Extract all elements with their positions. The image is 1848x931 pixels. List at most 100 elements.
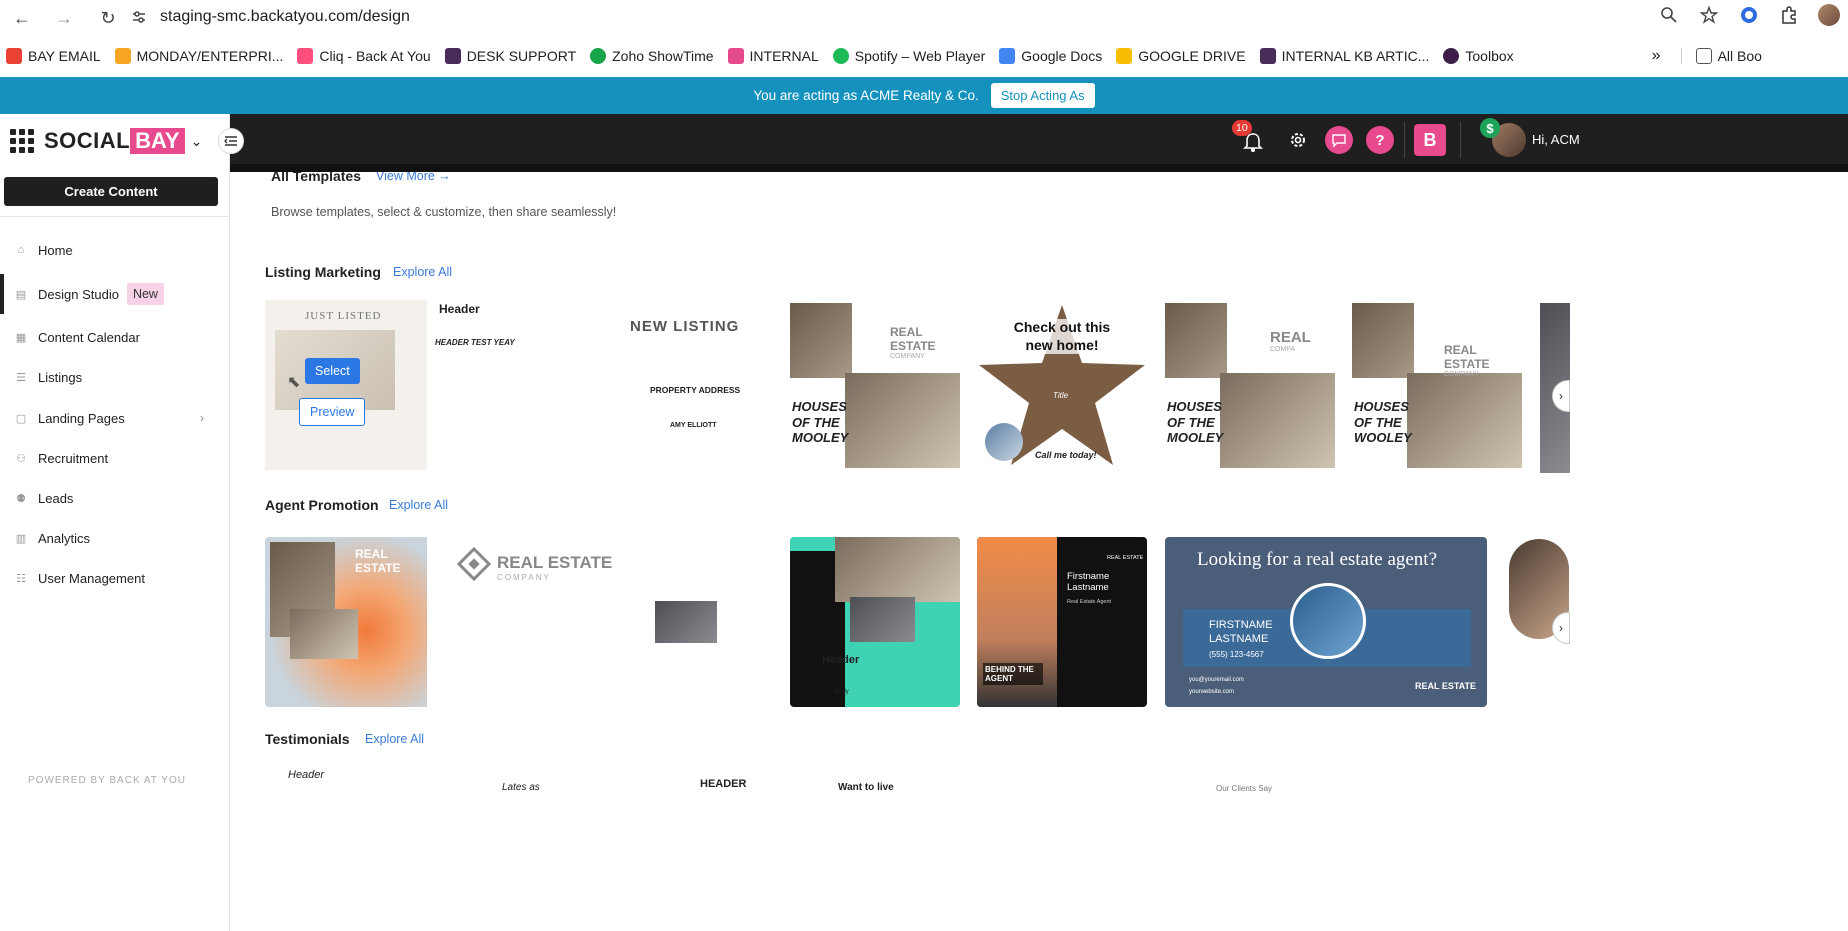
- sidebar-item-recruitment[interactable]: ⚇ Recruitment: [0, 438, 230, 478]
- testimonials-explore-link[interactable]: Explore All: [365, 732, 424, 746]
- bookmark-6[interactable]: Spotify – Web Player: [832, 48, 985, 64]
- card-site: yourwebsite.com: [1189, 689, 1235, 695]
- template-card-wooley[interactable]: HOUSES OF THE WOOLEY REAL ESTATE COMPANY: [1352, 303, 1522, 473]
- forward-icon[interactable]: →: [54, 8, 74, 28]
- all-bookmarks[interactable]: All Boo: [1680, 48, 1762, 64]
- bookmark-4[interactable]: Zoho ShowTime: [590, 48, 714, 64]
- help-icon[interactable]: ?: [1366, 126, 1394, 154]
- testimonial-card-5[interactable]: Our Clients Say: [1216, 784, 1272, 793]
- sidebar-divider: [0, 216, 230, 217]
- template-card-real-estate-logo[interactable]: REAL ESTATE COMPANY: [427, 537, 757, 707]
- sidebar-item-content-calendar[interactable]: ▦ Content Calendar: [0, 317, 230, 357]
- card-agent-role: Real Estate Agent: [1067, 599, 1112, 605]
- zoom-icon[interactable]: [1658, 4, 1680, 26]
- monday-icon: [114, 48, 131, 64]
- landscape-photo-3: [1352, 303, 1414, 378]
- template-card-looking-agent[interactable]: Looking for a real estate agent? FIRSTNA…: [1165, 537, 1487, 707]
- template-card-header[interactable]: Header HEADER TEST YEAY: [427, 300, 597, 470]
- bookmark-2[interactable]: Cliq - Back At You: [297, 48, 431, 64]
- back-icon[interactable]: ←: [12, 8, 32, 28]
- extension-blue-icon[interactable]: [1738, 4, 1760, 26]
- listing-marketing-title: Listing Marketing: [265, 264, 381, 280]
- select-button[interactable]: Select: [305, 358, 360, 384]
- card-firstname: FIRSTNAME: [1209, 619, 1273, 631]
- create-content-button[interactable]: Create Content: [4, 177, 218, 206]
- collapse-sidebar-icon[interactable]: [218, 128, 244, 154]
- bookmark-8[interactable]: GOOGLE DRIVE: [1116, 48, 1246, 64]
- listing-explore-link[interactable]: Explore All: [393, 265, 452, 279]
- sidebar-item-home[interactable]: ⌂ Home: [0, 230, 230, 270]
- reload-icon[interactable]: ↻: [98, 8, 118, 28]
- testimonial-card-1[interactable]: Header: [288, 769, 324, 781]
- chevron-down-icon[interactable]: ⌄: [191, 133, 203, 150]
- drive-icon: [1116, 48, 1133, 64]
- landscape-photo: [790, 303, 852, 378]
- settings-gear-icon[interactable]: [1288, 130, 1308, 155]
- agent-photo-2: [290, 609, 358, 659]
- notifications-button[interactable]: 10: [1232, 120, 1268, 161]
- sidebar-item-user-management[interactable]: ☷ User Management: [0, 558, 230, 598]
- template-card-behind-agent[interactable]: Firstname Lastname Real Estate Agent BEH…: [977, 537, 1147, 707]
- star-icon[interactable]: [1698, 4, 1720, 26]
- sidebar-item-design-studio[interactable]: ▤ Design Studio New: [0, 274, 230, 314]
- user-greeting[interactable]: Hi, ACM: [1532, 132, 1580, 147]
- bookmarks-overflow-icon[interactable]: »: [1652, 47, 1661, 65]
- testimonial-card-3[interactable]: HEADER: [700, 778, 746, 790]
- docs-icon: [999, 48, 1016, 64]
- internal-icon: [727, 48, 744, 64]
- powered-by: POWERED BY BACK AT YOU: [28, 775, 186, 786]
- view-more-link[interactable]: View More →: [376, 172, 451, 183]
- browser-toolbar: ← → ↻ staging-smc.backatyou.com/design: [0, 0, 1848, 36]
- address-bar[interactable]: staging-smc.backatyou.com/design: [160, 8, 410, 26]
- sidebar-item-landing-pages[interactable]: ▢ Landing Pages ›: [0, 398, 230, 438]
- testimonial-card-4[interactable]: Want to live: [838, 782, 894, 793]
- template-card-mooley-1[interactable]: HOUSES OF THE MOOLEY REAL ESTATE COMPANY: [790, 303, 960, 473]
- site-info-icon[interactable]: [130, 8, 148, 31]
- bookmark-1[interactable]: MONDAY/ENTERPRI...: [114, 48, 283, 64]
- brand-logo[interactable]: SOCIAL BAY ⌄: [10, 128, 202, 154]
- bay-brand-icon[interactable]: B: [1414, 124, 1446, 156]
- card-stylized-text-2: HOUSES OF THE MOOLEY: [1167, 399, 1224, 446]
- design-icon: ▤: [15, 288, 27, 301]
- sidebar-item-listings[interactable]: ☰ Listings: [0, 357, 230, 397]
- bookmark-5[interactable]: INTERNAL: [727, 48, 819, 64]
- chat-icon[interactable]: [1325, 126, 1353, 154]
- bookmark-7[interactable]: Google Docs: [999, 48, 1102, 64]
- dollar-icon: $: [1480, 118, 1500, 138]
- card-logo-footer: REAL ESTATE: [1415, 681, 1477, 691]
- card-agent-name: AMY ELLIOTT: [670, 422, 717, 429]
- spotify-icon: [832, 48, 849, 64]
- template-card-header-body[interactable]: Header Body: [790, 537, 960, 707]
- bookmark-3[interactable]: DESK SUPPORT: [444, 48, 576, 64]
- sidebar-item-leads[interactable]: ⚉ Leads: [0, 478, 230, 518]
- page-icon: ▢: [15, 412, 27, 425]
- extensions-puzzle-icon[interactable]: [1778, 4, 1800, 26]
- testimonial-card-2[interactable]: Lates as: [502, 782, 540, 793]
- mountain-photo: [850, 597, 915, 642]
- circle-photo: [985, 423, 1023, 461]
- card-lastname: LASTNAME: [1209, 633, 1269, 645]
- page-subtitle: Browse templates, select & customize, th…: [271, 205, 617, 219]
- brand-bay: BAY: [130, 128, 185, 154]
- apps-grid-icon[interactable]: [10, 129, 34, 153]
- card-header-text: Header: [439, 302, 480, 316]
- template-card-just-listed[interactable]: JUST LISTED Select Preview ⬉: [265, 300, 435, 470]
- card-body-label: Body: [835, 689, 849, 695]
- preview-button[interactable]: Preview: [299, 398, 366, 426]
- desk-icon: [444, 48, 461, 64]
- recruit-icon: ⚇: [16, 452, 26, 465]
- agent-explore-link[interactable]: Explore All: [389, 498, 448, 512]
- profile-avatar-icon[interactable]: [1818, 4, 1840, 26]
- bookmark-10[interactable]: Toolbox: [1443, 48, 1514, 64]
- header-divider: [1404, 122, 1405, 158]
- analytics-icon: ▥: [15, 532, 27, 545]
- bookmark-9[interactable]: INTERNAL KB ARTIC...: [1259, 48, 1429, 64]
- template-card-check-out[interactable]: Check out this new home! Title Call me t…: [977, 303, 1147, 473]
- sidebar-item-analytics[interactable]: ▥ Analytics: [0, 518, 230, 558]
- template-card-mooley-2[interactable]: HOUSES OF THE MOOLEY REAL COMPA: [1165, 303, 1335, 473]
- bookmark-0[interactable]: BAY EMAIL: [6, 48, 101, 64]
- template-card-agent-gradient[interactable]: REAL ESTATE: [265, 537, 435, 707]
- stop-acting-button[interactable]: Stop Acting As: [990, 83, 1095, 108]
- card-logo-text: REAL ESTATE COMPANY: [497, 553, 613, 582]
- template-card-new-listing[interactable]: NEW LISTING PROPERTY ADDRESS AMY ELLIOTT: [600, 300, 770, 470]
